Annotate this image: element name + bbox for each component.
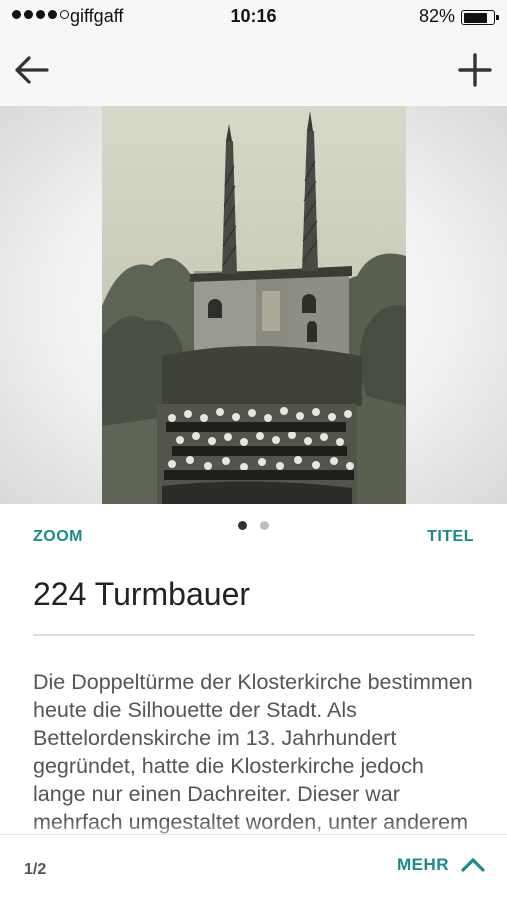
zoom-button[interactable]: ZOOM <box>33 528 83 546</box>
arrow-left-icon <box>15 56 49 84</box>
image-gallery[interactable] <box>0 106 507 504</box>
divider <box>33 634 475 636</box>
more-button-label: MEHR <box>396 855 449 874</box>
title-button[interactable]: TITEL <box>427 528 474 546</box>
add-button[interactable] <box>455 50 495 90</box>
chevron-up-icon <box>461 858 485 872</box>
historic-church-photo[interactable] <box>102 106 406 504</box>
item-description: Die Doppeltürme der Klosterkirche bestim… <box>33 670 473 834</box>
page-dot-2[interactable] <box>260 521 269 530</box>
more-button[interactable]: MEHR <box>397 855 485 875</box>
page-indicator: 1/2 <box>24 861 47 878</box>
item-title: 224 Turmbauer <box>33 576 251 612</box>
page-dot-1[interactable] <box>238 521 247 530</box>
bottom-toolbar: 1/2 MEHR <box>0 834 507 900</box>
battery-icon <box>461 10 499 25</box>
plus-icon <box>458 53 492 87</box>
status-bar: giffgaff 10:16 82% <box>0 0 507 34</box>
battery-percentage: 82% <box>418 6 455 26</box>
navigation-bar <box>0 34 507 106</box>
back-button[interactable] <box>12 50 52 90</box>
